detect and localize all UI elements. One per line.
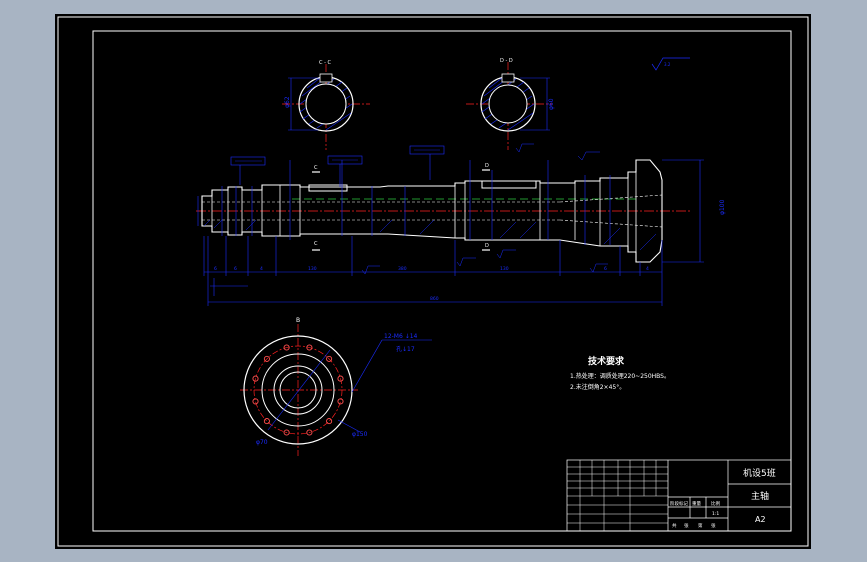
- title-sheet-num: 第: [698, 522, 703, 529]
- title-hdr-scale: 比例: [711, 500, 720, 507]
- section-mark-d-top: D: [485, 163, 489, 169]
- title-sheet-size: A2: [755, 515, 766, 524]
- shaft-right-diameter: φ100: [719, 199, 726, 215]
- flange-label: B: [296, 317, 300, 324]
- section-d-dim: φ60: [548, 98, 555, 110]
- title-hdr-stage: 阶段标记: [670, 500, 688, 507]
- section-mark-d-bottom: D: [485, 243, 489, 249]
- cad-viewport: φ62 C - C φ60 D - D 3.2 C C D D φ100 6 6…: [0, 0, 867, 562]
- title-drawing-name: 机设5班: [743, 467, 776, 479]
- drawing-sheet: [55, 14, 811, 549]
- section-mark-c-top: C: [314, 165, 318, 171]
- flange-dim-outer: φ150: [352, 431, 368, 438]
- dim-b2: 4: [260, 266, 263, 272]
- dim-b7: 4: [646, 266, 649, 272]
- flange-dim-inner: φ70: [256, 439, 268, 446]
- tech-req-item-2: 2.未注倒角2×45°。: [570, 383, 625, 391]
- svg-text:3.2: 3.2: [664, 62, 671, 67]
- drawing-canvas: φ62 C - C φ60 D - D 3.2 C C D D φ100 6 6…: [55, 14, 811, 549]
- section-c-label: C - C: [319, 60, 331, 66]
- dim-b4: 380: [398, 266, 407, 272]
- dim-b0: 6: [214, 266, 217, 272]
- tech-req-title: 技术要求: [588, 355, 625, 367]
- section-mark-c-bottom: C: [314, 241, 318, 247]
- dim-b5: 130: [500, 266, 509, 272]
- flange-holes-sub: 孔↓17: [396, 345, 415, 353]
- tech-req-item-1: 1.热处理：调质处理220~250HBS。: [570, 372, 670, 380]
- dim-overall-length: 860: [430, 296, 439, 302]
- flange-holes-note: 12-M6 ↓14: [384, 333, 418, 340]
- section-d-label: D - D: [500, 58, 513, 64]
- title-hdr-weight: 重量: [692, 500, 701, 507]
- title-sheet-total: 共: [672, 522, 677, 529]
- title-sheet-num-unit: 张: [711, 522, 716, 529]
- title-scale-value: 1:1: [712, 511, 719, 517]
- title-part-name: 主轴: [751, 490, 769, 502]
- section-c-dim: φ62: [284, 96, 291, 108]
- dim-b6: 6: [604, 266, 607, 272]
- dim-b3: 130: [308, 266, 317, 272]
- dim-b1: 6: [234, 266, 237, 272]
- title-sheet-total-unit: 张: [684, 522, 689, 529]
